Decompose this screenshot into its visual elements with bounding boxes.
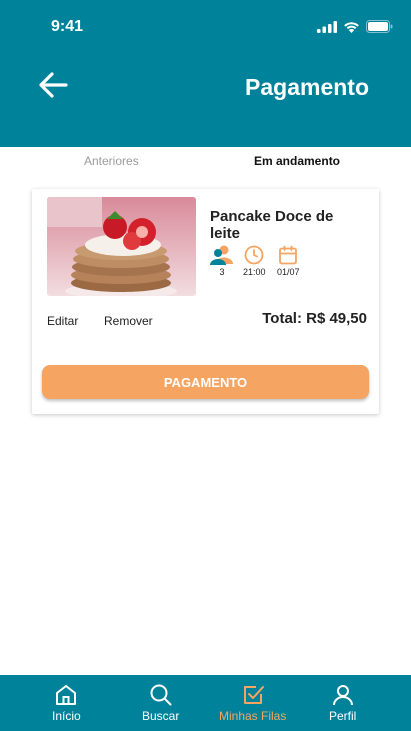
checkbox-icon — [243, 686, 264, 704]
remove-button[interactable]: Remover — [104, 314, 153, 328]
order-card: Pancake Doce de leite 3 21:00 01/07 Edit… — [32, 189, 379, 414]
status-time: 9:41 — [51, 18, 84, 35]
nav-item-profile[interactable]: Perfil — [329, 683, 356, 723]
nav-label-home: Início — [52, 709, 81, 723]
pancake-image — [47, 197, 196, 296]
nav-label-profile: Perfil — [329, 709, 357, 723]
home-icon — [56, 685, 77, 705]
nav-item-my-queues[interactable]: Minhas Filas — [219, 683, 286, 723]
nav-label-search: Buscar — [142, 709, 180, 723]
payment-button[interactable]: PAGAMENTO — [42, 365, 369, 399]
search-icon — [150, 684, 172, 706]
nav-item-search[interactable]: Buscar — [142, 683, 179, 723]
user-icon — [332, 685, 353, 706]
bottom-nav: Início Buscar Minhas Filas Perfil — [0, 675, 411, 731]
calendar-icon — [279, 245, 298, 265]
back-arrow-icon[interactable] — [36, 68, 70, 102]
wifi-icon — [344, 21, 359, 33]
tab-in-progress[interactable]: Em andamento — [254, 154, 340, 168]
nav-item-home[interactable]: Início — [52, 683, 81, 723]
order-tabs: Anteriores Em andamento — [0, 147, 411, 175]
signal-icon — [317, 20, 337, 33]
order-total: Total: R$ 49,50 — [262, 310, 367, 327]
people-icon — [210, 245, 233, 265]
order-time: 21:00 — [243, 267, 266, 277]
people-meta: 3 — [210, 245, 234, 277]
tab-previous[interactable]: Anteriores — [84, 154, 139, 168]
clock-icon — [244, 245, 264, 265]
app-header: 9:41 Pagamento — [0, 0, 411, 147]
people-count: 3 — [219, 267, 225, 277]
time-meta: 21:00 — [243, 245, 266, 277]
item-name: Pancake Doce de leite — [210, 208, 334, 242]
date-meta: 01/07 — [277, 245, 300, 277]
edit-button[interactable]: Editar — [47, 314, 78, 328]
order-date: 01/07 — [277, 267, 300, 277]
page-title: Pagamento — [245, 74, 369, 100]
battery-icon — [366, 20, 393, 33]
status-icons — [317, 20, 393, 33]
nav-label-my-queues: Minhas Filas — [219, 709, 287, 723]
